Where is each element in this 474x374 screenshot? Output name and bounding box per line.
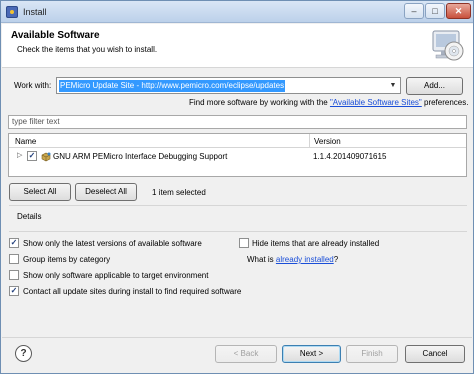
cancel-button[interactable]: Cancel: [405, 345, 465, 363]
maximize-button[interactable]: □: [425, 3, 445, 19]
latest-versions-checkbox[interactable]: ✓: [9, 238, 19, 248]
install-dialog: Install – □ ✕ Available Software Check t…: [0, 0, 474, 374]
work-with-combo[interactable]: PEMicro Update Site - http://www.pemicro…: [56, 77, 401, 94]
hide-installed-checkbox[interactable]: [239, 238, 249, 248]
details-label: Details: [17, 212, 42, 221]
table-header: Name Version: [9, 134, 466, 148]
filter-input[interactable]: type filter text: [8, 115, 467, 129]
what-is-prefix: What is: [247, 255, 276, 264]
details-separator: [9, 205, 467, 206]
feature-name: GNU ARM PEMicro Interface Debugging Supp…: [53, 152, 228, 161]
tree-expander-icon: ▷: [17, 152, 23, 159]
hint-suffix: preferences.: [421, 98, 469, 107]
work-with-label: Work with:: [14, 81, 52, 90]
close-button[interactable]: ✕: [446, 3, 471, 19]
applicable-software-label: Show only software applicable to target …: [23, 271, 209, 280]
finish-button[interactable]: Finish: [346, 345, 398, 363]
hint-prefix: Find more software by working with the: [189, 98, 330, 107]
latest-versions-label: Show only the latest versions of availab…: [23, 239, 202, 248]
what-is-installed: What is already installed?: [247, 255, 338, 264]
feature-plugin-icon: [41, 152, 51, 162]
applicable-software-checkbox[interactable]: [9, 270, 19, 280]
help-icon[interactable]: ?: [15, 345, 32, 362]
feature-version: 1.1.4.201409071615: [313, 152, 387, 161]
column-divider: [309, 134, 310, 147]
work-with-value[interactable]: PEMicro Update Site - http://www.pemicro…: [59, 80, 286, 92]
minimize-button[interactable]: –: [404, 3, 424, 19]
title-bar: Install – □ ✕: [1, 1, 473, 23]
select-all-button[interactable]: Select All: [9, 183, 71, 201]
available-software-sites-link[interactable]: "Available Software Sites": [330, 98, 422, 107]
hide-installed-label: Hide items that are already installed: [252, 239, 380, 248]
deselect-all-button[interactable]: Deselect All: [75, 183, 137, 201]
group-by-category-checkbox[interactable]: [9, 254, 19, 264]
eclipse-app-icon: [6, 6, 18, 18]
already-installed-link[interactable]: already installed: [276, 255, 334, 264]
window-title: Install: [23, 7, 47, 17]
row-checkbox[interactable]: ✓: [27, 151, 37, 161]
banner-title: Available Software: [11, 30, 100, 41]
column-header-name[interactable]: Name: [15, 137, 36, 146]
selection-status: 1 item selected: [152, 188, 206, 197]
table-row[interactable]: ▷ ✓ GNU ARM PEMicro Interface Debugging …: [9, 149, 466, 164]
what-is-suffix: ?: [333, 255, 339, 264]
footer-separator: [2, 337, 472, 338]
add-site-button[interactable]: Add...: [406, 77, 463, 95]
back-button[interactable]: < Back: [215, 345, 277, 363]
options-separator: [9, 231, 467, 232]
wizard-banner: Available Software Check the items that …: [2, 24, 473, 68]
contact-update-sites-checkbox[interactable]: ✓: [9, 286, 19, 296]
software-table: Name Version ▷ ✓ GNU ARM PEMicro Interfa…: [8, 133, 467, 177]
install-cd-icon: [432, 30, 464, 61]
column-header-version[interactable]: Version: [314, 137, 341, 146]
banner-description: Check the items that you wish to install…: [17, 45, 158, 54]
contact-update-sites-label: Contact all update sites during install …: [23, 287, 242, 296]
group-by-category-label: Group items by category: [23, 255, 111, 264]
available-sites-hint: Find more software by working with the "…: [189, 98, 468, 107]
chevron-down-icon[interactable]: ▼: [388, 81, 398, 91]
next-button[interactable]: Next >: [282, 345, 341, 363]
